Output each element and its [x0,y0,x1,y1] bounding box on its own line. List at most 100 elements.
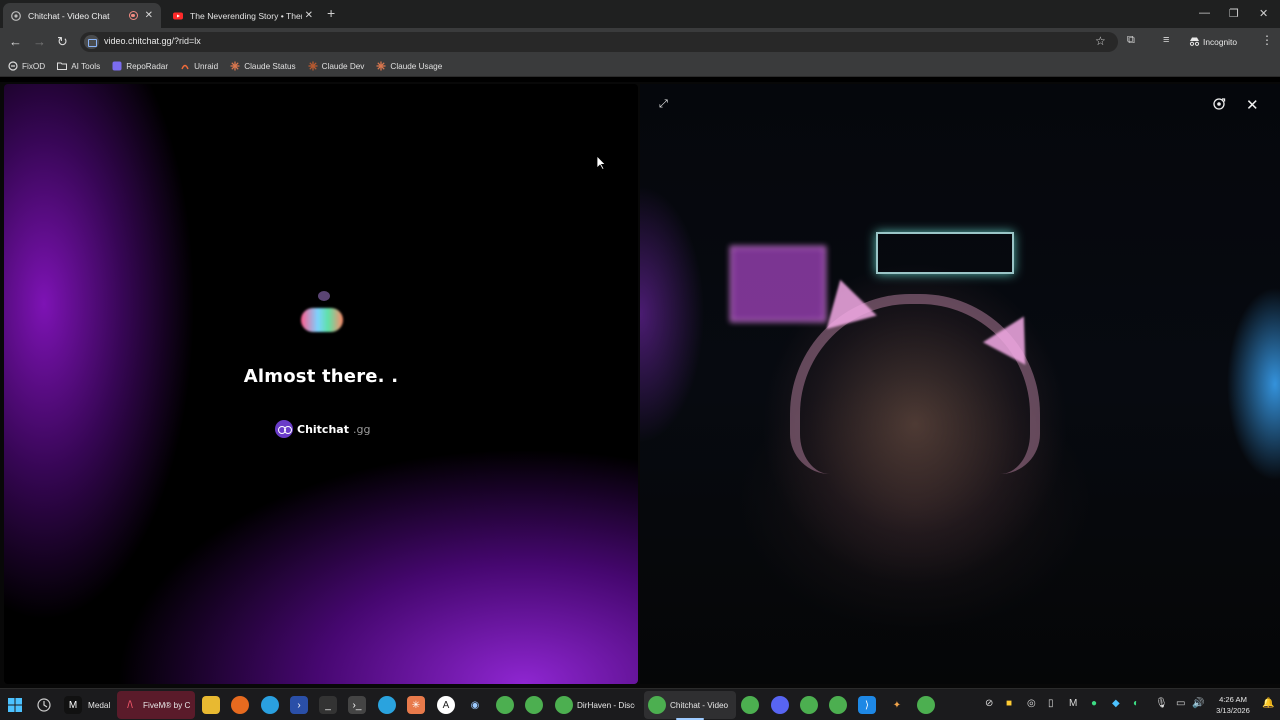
bookmark-reporadar[interactable]: RepoRadar [112,61,168,71]
bookmark-unraid[interactable]: Unraid [180,61,218,71]
chrome-icon[interactable] [496,696,514,714]
system-clock[interactable]: 4:26 AM 3/13/2026 [1210,694,1256,716]
taskbar-app-label[interactable]: Chitchat - Video [670,701,732,710]
incognito-icon [1189,37,1200,48]
bookmark-claude-usage[interactable]: Claude Usage [376,61,442,71]
incognito-badge[interactable]: Incognito [1189,34,1249,50]
firefox-icon[interactable] [231,696,249,714]
bookmark-claude-dev[interactable]: Claude Dev [308,61,364,71]
chrome-icon [648,696,666,714]
expand-icon[interactable]: ⤢ [659,98,668,111]
bookmark-label: FixOD [22,61,46,71]
close-window-button[interactable]: ✕ [1259,7,1268,20]
chrome-icon[interactable] [917,696,935,714]
file-explorer-icon[interactable] [202,696,220,714]
tab-close-icon[interactable]: ✕ [305,10,313,21]
brand-name: Chitchat [297,422,349,436]
bookmark-claude-status[interactable]: Claude Status [230,61,296,71]
taskbar-app-label[interactable]: DirHaven - Disco [577,701,635,710]
bookmark-label: AI Tools [71,61,101,71]
taskbar-app-label[interactable]: FiveM® by C [143,701,191,710]
tray-icon[interactable]: M [1069,698,1077,709]
bookmark-label: Unraid [194,61,219,71]
browser-menu-icon[interactable]: ⋮ [1261,33,1273,47]
background-light [730,246,826,322]
close-video-icon[interactable]: ✕ [1246,96,1259,114]
chrome-icon[interactable] [741,696,759,714]
maximize-button[interactable]: ❐ [1229,7,1239,20]
claude-dev-icon [308,61,318,71]
cast-icon[interactable]: ⧉ [1127,34,1135,47]
tab-chitchat[interactable]: Chitchat - Video Chat ✕ [3,3,161,28]
taskbar: M Medal /\ FiveM® by C › _ ›_ ✳ A ◉ DirH… [0,688,1280,720]
browser-app-icon[interactable] [261,696,279,714]
loading-orb [301,308,343,332]
site-info-icon[interactable] [84,35,99,49]
network-icon[interactable]: ▭ [1176,698,1185,709]
taskbar-app-label[interactable]: Medal [88,701,110,710]
media-controls-icon[interactable]: ≡ [1163,34,1169,46]
status-message: Almost there. . [243,366,399,387]
folder-icon [57,62,68,70]
chrome-icon[interactable] [829,696,847,714]
tray-icon[interactable]: ◎ [1027,698,1036,709]
new-tab-button[interactable]: + [327,5,335,21]
tab-close-icon[interactable]: ✕ [145,10,153,21]
clock-app-icon[interactable] [35,696,53,714]
app-icon[interactable]: A [437,696,455,714]
microphone-icon[interactable]: 🎙 [1155,698,1168,709]
reload-icon[interactable]: ↻ [57,34,68,50]
telegram-icon[interactable] [378,696,396,714]
unraid-icon [181,64,189,70]
clock-time: 4:26 AM [1219,695,1247,704]
chitchat-favicon-icon [11,10,21,21]
discord-icon[interactable] [771,696,789,714]
medal-icon[interactable]: M [64,696,82,714]
address-bar[interactable] [80,32,1118,52]
windows-start-icon[interactable] [6,696,24,714]
terminal-icon[interactable]: _ [319,696,337,714]
tab-title: Chitchat - Video Chat [28,10,110,21]
brand-suffix: .gg [352,422,371,436]
bookmark-ai-tools[interactable]: AI Tools [57,61,100,71]
loading-orb-glow [318,291,330,301]
tray-icon[interactable]: ▯ [1048,698,1054,709]
powershell-icon[interactable]: › [290,696,308,714]
bookmark-label: Claude Usage [390,61,443,71]
tab-neverending-story[interactable]: The Neverending Story • Theme ✕ [165,3,321,28]
console-icon[interactable]: ›_ [348,696,366,714]
chrome-icon[interactable] [555,696,573,714]
waiting-panel: Almost there. . Chitchat .gg [4,84,638,684]
tray-icon[interactable]: ■ [1006,698,1012,709]
bookmark-fixod[interactable]: FixOD [8,61,45,71]
youtube-favicon-icon [173,11,183,21]
switch-camera-icon[interactable] [1212,97,1226,114]
tab-strip: Chitchat - Video Chat ✕ The Neverending … [0,0,1280,28]
background-neon-sign [876,232,1014,274]
volume-icon[interactable]: 🔊 [1192,698,1204,709]
forward-icon[interactable]: → [33,34,46,49]
tray-icon[interactable]: ◆ [1112,698,1120,709]
incognito-label: Incognito [1203,37,1237,47]
app-icon[interactable]: ✳ [407,696,425,714]
recording-indicator-icon [128,11,138,20]
claude-icon [376,61,386,71]
bookmark-star-icon[interactable]: ☆ [1095,34,1106,48]
address-url: video.chitchat.gg/?rid=lx [104,36,201,46]
app-icon[interactable]: ✦ [888,696,906,714]
tab-title: The Neverending Story • Theme [190,10,302,21]
notifications-icon[interactable]: 🔔 [1262,698,1274,709]
chrome-icon[interactable] [800,696,818,714]
vscode-icon[interactable]: ⟩ [858,696,876,714]
minimize-button[interactable]: — [1199,7,1210,19]
fivem-icon: /\ [127,699,133,711]
back-icon[interactable]: ← [9,34,22,49]
steam-icon[interactable]: ◉ [466,696,484,714]
tray-icon[interactable]: ⊘ [985,698,993,709]
tray-icon[interactable]: ● [1091,698,1097,709]
reporadar-icon [112,61,122,71]
self-video-feed [640,84,1280,684]
chrome-icon[interactable] [525,696,543,714]
bookmarks-bar: FixOD AI Tools RepoRadar Unraid Claude S… [0,56,1280,77]
tray-icon[interactable]: ◐ [1133,698,1139,709]
